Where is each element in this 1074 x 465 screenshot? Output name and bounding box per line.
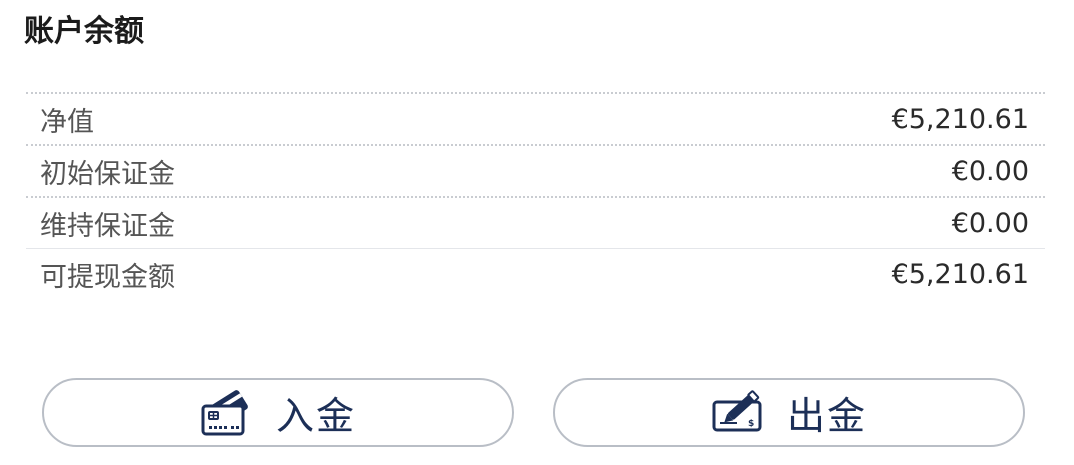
page-title: 账户余额	[24, 14, 144, 49]
balance-row-net-value: 净值 €5,210.61	[26, 92, 1045, 144]
deposit-button[interactable]: 入金	[42, 378, 514, 447]
balance-value: €0.00	[951, 207, 1029, 239]
withdraw-label: 出金	[786, 394, 867, 438]
balance-value: €0.00	[951, 155, 1029, 187]
deposit-label: 入金	[275, 394, 356, 438]
balance-table: 净值 €5,210.61 初始保证金 €0.00 维持保证金 €0.00 可提现…	[26, 92, 1045, 300]
balance-row-initial-margin: 初始保证金 €0.00	[26, 144, 1045, 196]
svg-text:$: $	[748, 419, 754, 429]
withdraw-button[interactable]: $ 出金	[553, 378, 1025, 447]
balance-row-withdrawable: 可提现金额 €5,210.61	[26, 248, 1045, 300]
balance-value: €5,210.61	[891, 259, 1029, 290]
balance-value: €5,210.61	[891, 103, 1029, 135]
balance-label: 维持保证金	[40, 210, 175, 242]
balance-label: 可提现金额	[40, 262, 175, 293]
balance-label: 初始保证金	[40, 158, 175, 190]
balance-label: 净值	[40, 106, 94, 138]
cheque-pen-icon: $	[711, 388, 765, 438]
balance-row-maintenance-margin: 维持保证金 €0.00	[26, 196, 1045, 248]
credit-card-icon	[200, 388, 254, 438]
